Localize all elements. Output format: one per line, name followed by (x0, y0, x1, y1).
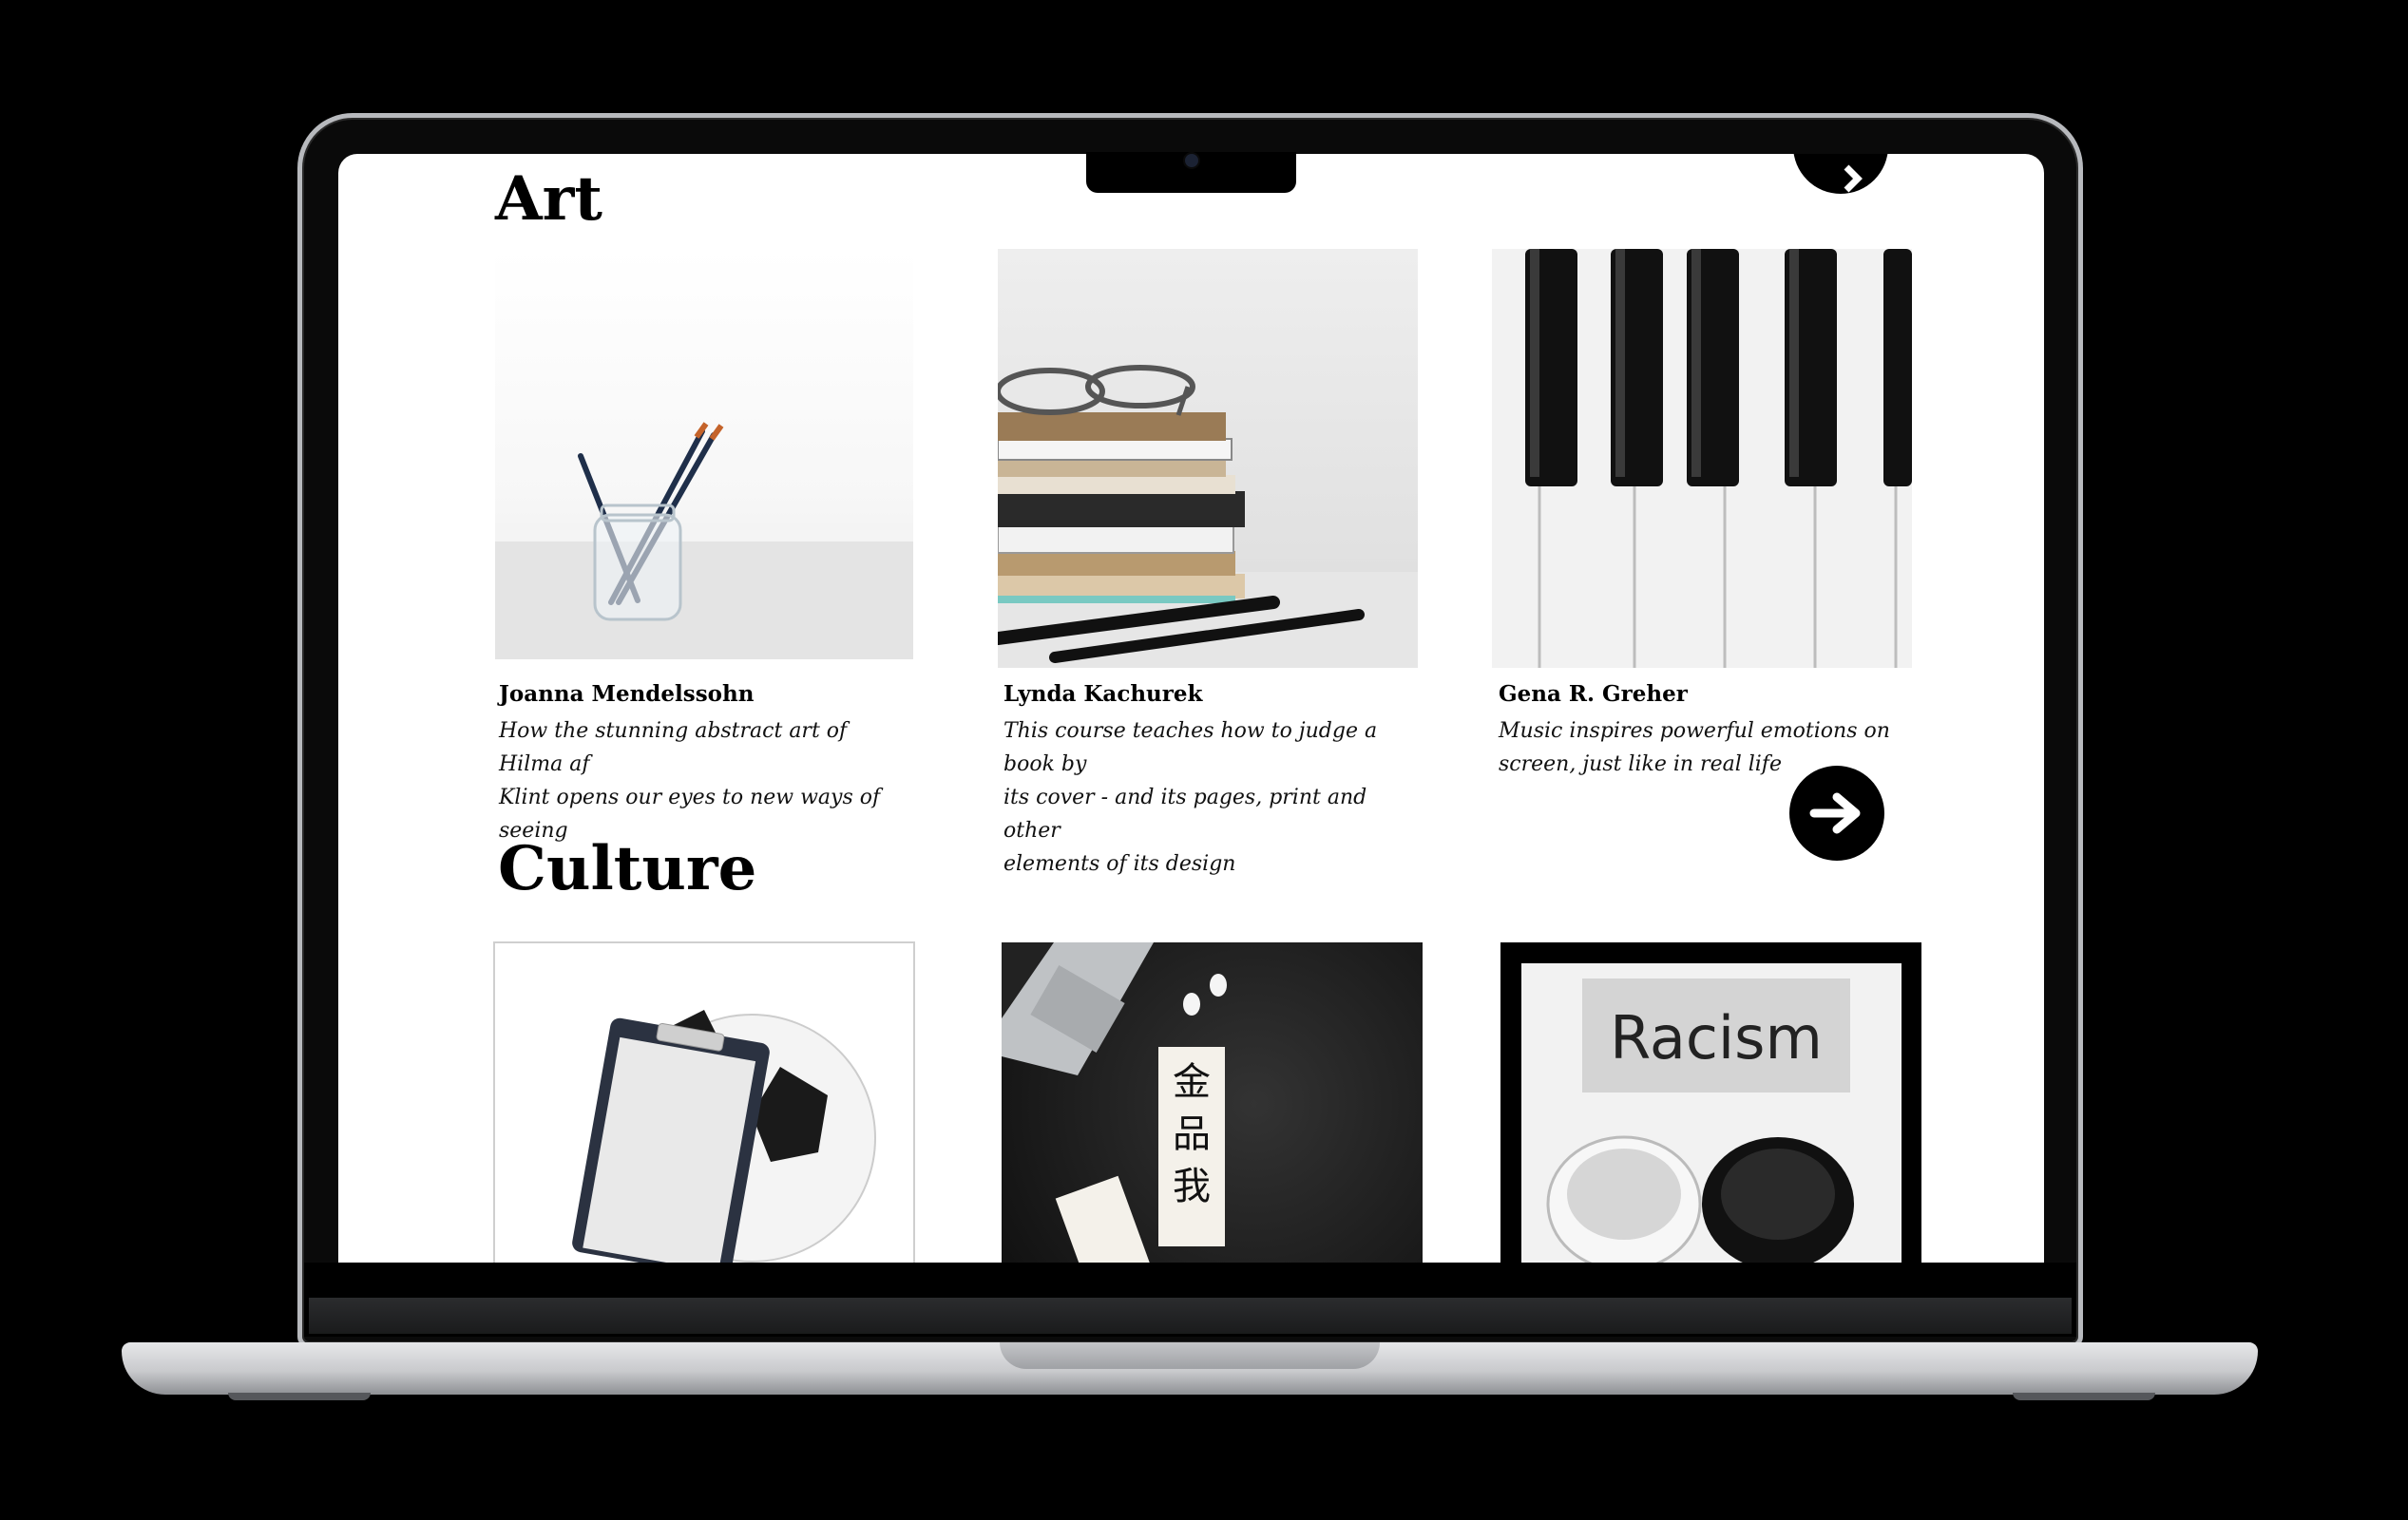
scroll-button-top[interactable] (1793, 154, 1888, 194)
card-author[interactable]: Joanna Mendelssohn (499, 681, 754, 707)
screen: Art Joanna Mendelssohn How the stunning … (338, 154, 2044, 1263)
description-line: its cover - and its pages, print and oth… (1003, 786, 1367, 843)
card-description: This course teaches how to judge a book … (1003, 714, 1412, 881)
description-line: elements of its design (1003, 852, 1236, 876)
description-line: Music inspires powerful emotions on (1499, 719, 1890, 743)
card-image-clipboard-ball[interactable] (493, 941, 915, 1263)
description-line: How the stunning abstract art of Hilma a… (499, 719, 848, 776)
card-description: How the stunning abstract art of Hilma a… (499, 714, 908, 847)
laptop-hinge (309, 1298, 2072, 1334)
arrow-right-icon (1844, 164, 1863, 193)
svg-text:品: 品 (1173, 1112, 1211, 1156)
card-author[interactable]: Gena R. Greher (1499, 681, 1688, 707)
next-button[interactable] (1789, 766, 1884, 861)
arrow-right-icon (1809, 792, 1861, 834)
card-image-piano[interactable] (1492, 249, 1912, 668)
card-author[interactable]: Lynda Kachurek (1003, 681, 1202, 707)
card-image-racism[interactable]: Racism (1500, 942, 1921, 1263)
card-image-books[interactable] (998, 249, 1418, 668)
card-image-brushes[interactable] (495, 249, 913, 659)
svg-text:我: 我 (1173, 1165, 1211, 1208)
card-image-calligraphy[interactable]: 金 品 我 (1002, 942, 1423, 1263)
description-line: This course teaches how to judge a book … (1003, 719, 1378, 776)
calligraphy-text: 金 (1173, 1060, 1211, 1104)
camera-icon (1183, 152, 1200, 169)
sign-text: Racism (1610, 1003, 1823, 1073)
laptop-opening-notch (1000, 1342, 1380, 1369)
section-title-art: Art (495, 163, 602, 235)
section-title-culture: Culture (498, 833, 757, 904)
laptop-foot-left (228, 1393, 371, 1400)
laptop-foot-right (2013, 1393, 2155, 1400)
